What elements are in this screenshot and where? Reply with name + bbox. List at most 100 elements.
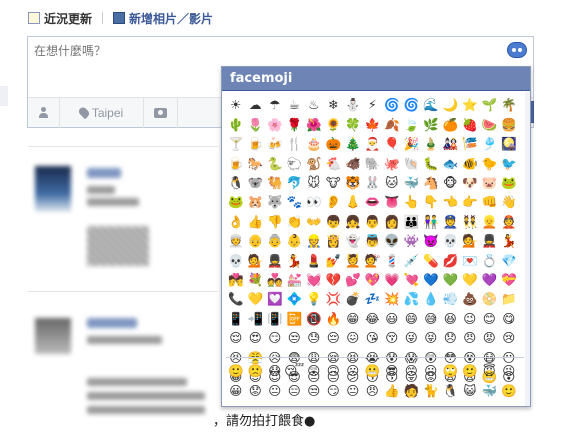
emoji-button[interactable]: 😂 bbox=[363, 309, 383, 328]
emoji-button[interactable]: ⚡ bbox=[363, 96, 383, 115]
emoji-button[interactable]: 🙃 bbox=[324, 362, 344, 381]
emoji-button[interactable]: 👦 bbox=[324, 212, 344, 231]
avatar[interactable] bbox=[35, 166, 71, 212]
emoji-button[interactable]: 🐭 bbox=[304, 174, 324, 193]
emoji-button[interactable]: 👃 bbox=[343, 193, 363, 212]
emoji-button[interactable]: 👻 bbox=[343, 232, 363, 251]
story-image[interactable] bbox=[87, 226, 149, 266]
emoji-button[interactable]: 🎈 bbox=[382, 135, 402, 154]
emoji-button[interactable]: 🍂 bbox=[382, 115, 402, 134]
emoji-button[interactable]: 💋 bbox=[441, 251, 461, 270]
emoji-button[interactable]: 👂 bbox=[324, 193, 344, 212]
emoji-button[interactable]: 🌹 bbox=[285, 115, 305, 134]
emoji-button[interactable]: 📵 bbox=[304, 309, 324, 328]
tab-status-update[interactable]: 近況更新 bbox=[28, 10, 92, 27]
avatar[interactable] bbox=[35, 318, 71, 354]
emoji-button[interactable]: 🎄 bbox=[343, 135, 363, 154]
emoji-button[interactable]: 😒 bbox=[304, 381, 324, 400]
emoji-button[interactable]: 🐎 bbox=[246, 154, 266, 173]
emoji-button[interactable]: 😓 bbox=[304, 329, 324, 348]
story-author[interactable] bbox=[87, 318, 137, 328]
emoji-button[interactable]: ♨ bbox=[304, 96, 324, 115]
emoji-button[interactable]: 👌 bbox=[226, 212, 246, 231]
emoji-button[interactable]: 🐠 bbox=[460, 154, 480, 173]
emoji-button[interactable]: 😝 bbox=[421, 329, 441, 348]
emoji-button[interactable]: 😡 bbox=[480, 329, 500, 348]
emoji-button[interactable]: 💠 bbox=[285, 290, 305, 309]
emoji-button[interactable]: 🎅 bbox=[363, 135, 383, 154]
emoji-button[interactable]: 💣 bbox=[343, 290, 363, 309]
emoji-button[interactable]: 🐍 bbox=[265, 154, 285, 173]
emoji-button[interactable]: 👼 bbox=[363, 232, 383, 251]
emoji-button[interactable]: 💆 bbox=[343, 251, 363, 270]
emoji-button[interactable]: 🐯 bbox=[343, 174, 363, 193]
emoji-button[interactable]: 💩 bbox=[460, 290, 480, 309]
emoji-button[interactable]: 🍻 bbox=[265, 135, 285, 154]
emoji-button[interactable]: 👏 bbox=[285, 212, 305, 231]
emoji-button[interactable]: 💀 bbox=[441, 232, 461, 251]
emoji-button[interactable]: 💒 bbox=[285, 271, 305, 290]
emoji-button[interactable]: 😌 bbox=[226, 329, 246, 348]
emoji-button[interactable]: 💈 bbox=[382, 251, 402, 270]
emoji-button[interactable]: 😲 bbox=[304, 362, 324, 381]
emoji-button[interactable]: 😗 bbox=[343, 362, 363, 381]
emoji-button[interactable]: 💀 bbox=[226, 251, 246, 270]
emoji-button[interactable]: 🐦 bbox=[499, 154, 519, 173]
emoji-button[interactable]: 📁 bbox=[499, 290, 519, 309]
emoji-button[interactable]: 👊 bbox=[480, 193, 500, 212]
emoji-button[interactable]: 💎 bbox=[499, 251, 519, 270]
emoji-button[interactable]: 👎 bbox=[265, 212, 285, 231]
emoji-button[interactable]: 👪 bbox=[402, 212, 422, 231]
emoji-button[interactable]: 😁 bbox=[343, 309, 363, 328]
emoji-button[interactable]: 🌿 bbox=[421, 115, 441, 134]
emoji-button[interactable]: 😊 bbox=[480, 309, 500, 328]
emoji-button[interactable]: 😘 bbox=[363, 329, 383, 348]
tag-friends-button[interactable] bbox=[28, 97, 60, 128]
emoji-button[interactable]: 👶 bbox=[285, 232, 305, 251]
emoji-button[interactable]: 🐧 bbox=[441, 381, 461, 400]
emoji-button[interactable]: 🙂 bbox=[460, 362, 480, 381]
emoji-button[interactable]: 👋 bbox=[499, 193, 519, 212]
emoji-button[interactable]: 🐷 bbox=[480, 174, 500, 193]
emoji-button[interactable]: 🐬 bbox=[285, 174, 305, 193]
emoji-button[interactable]: 🍃 bbox=[402, 115, 422, 134]
emoji-button[interactable]: 💦 bbox=[402, 290, 422, 309]
emoji-button[interactable]: 😬 bbox=[363, 362, 383, 381]
emoji-button[interactable]: 🍺 bbox=[226, 154, 246, 173]
emoji-button[interactable]: 😄 bbox=[402, 309, 422, 328]
emoji-button[interactable]: 🌴 bbox=[499, 96, 519, 115]
emoji-button[interactable]: 💐 bbox=[246, 271, 266, 290]
emoji-button[interactable]: 🐫 bbox=[265, 174, 285, 193]
emoji-button[interactable]: 🐾 bbox=[285, 193, 305, 212]
emoji-button[interactable]: 🐸 bbox=[499, 174, 519, 193]
emoji-button[interactable]: 🌀 bbox=[402, 96, 422, 115]
emoji-button[interactable]: 🎂 bbox=[304, 135, 324, 154]
emoji-button[interactable]: 👉 bbox=[460, 193, 480, 212]
emoji-button[interactable]: 📳 bbox=[265, 309, 285, 328]
emoji-button[interactable]: 🙂 bbox=[226, 362, 246, 381]
emoji-button[interactable]: 💡 bbox=[304, 290, 324, 309]
emoji-button[interactable]: 💛 bbox=[246, 290, 266, 309]
emoji-button[interactable]: 💙 bbox=[421, 271, 441, 290]
emoji-button[interactable]: 🐺 bbox=[265, 193, 285, 212]
emoji-button[interactable]: 😐 bbox=[421, 362, 441, 381]
emoji-button[interactable]: 🐮 bbox=[324, 174, 344, 193]
emoji-button[interactable]: 👀 bbox=[304, 193, 324, 212]
emoji-button[interactable]: 😉 bbox=[499, 362, 519, 381]
emoji-button[interactable]: 😀 bbox=[226, 381, 246, 400]
emoji-button[interactable]: 🌷 bbox=[246, 115, 266, 134]
emoji-button[interactable]: 🐘 bbox=[363, 154, 383, 173]
emoji-button[interactable]: 🍺 bbox=[246, 135, 266, 154]
emoji-button[interactable]: ☀ bbox=[226, 96, 246, 115]
emoji-button[interactable]: 🍓 bbox=[460, 115, 480, 134]
emoji-button[interactable]: 🧑 bbox=[402, 381, 422, 400]
emoji-button[interactable]: 🐴 bbox=[421, 174, 441, 193]
emoji-button[interactable]: 💄 bbox=[304, 251, 324, 270]
emoji-button[interactable]: 👇 bbox=[421, 193, 441, 212]
emoji-button[interactable]: 👆 bbox=[402, 193, 422, 212]
emoji-button[interactable]: 💕 bbox=[343, 271, 363, 290]
emoji-button[interactable]: 🐳 bbox=[480, 381, 500, 400]
emoji-button[interactable]: 👳 bbox=[226, 232, 246, 251]
emoji-button[interactable]: 👲 bbox=[499, 212, 519, 231]
emoji-button[interactable]: 🌸 bbox=[265, 115, 285, 134]
